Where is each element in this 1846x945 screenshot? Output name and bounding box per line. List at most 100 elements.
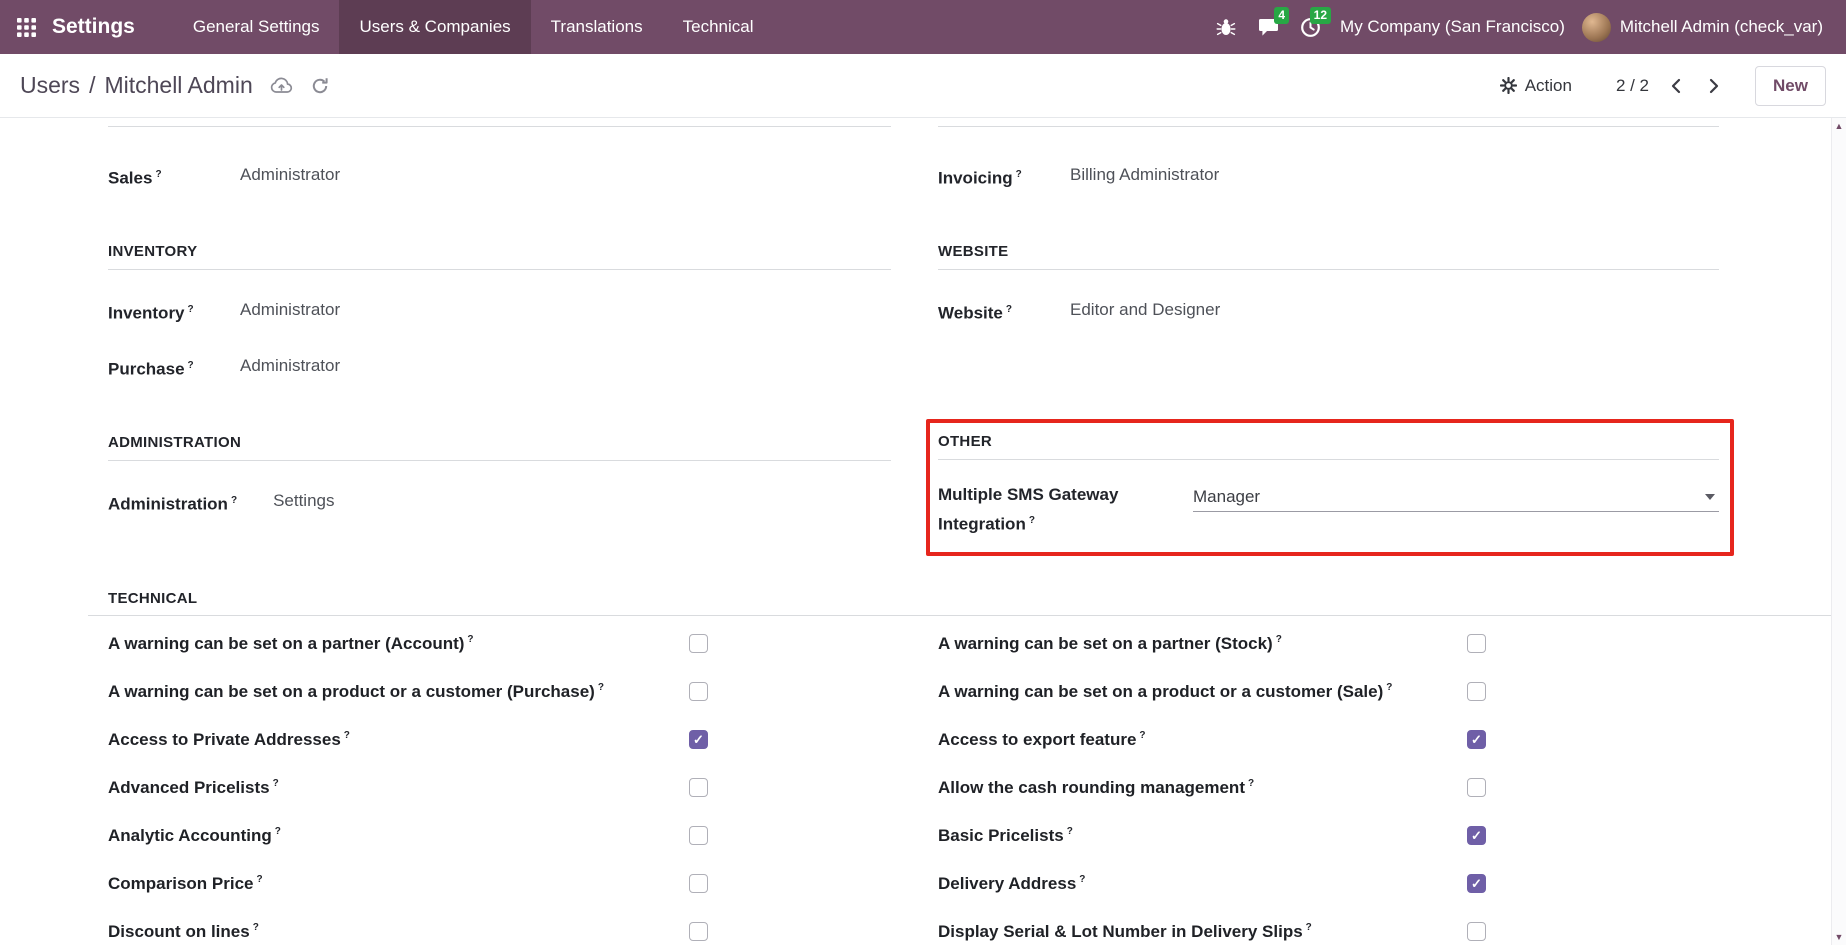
new-button[interactable]: New xyxy=(1755,66,1826,106)
section-administration: ADMINISTRATION xyxy=(108,434,891,461)
field-value-sales[interactable]: Administrator xyxy=(240,161,891,189)
sms-field-group: Multiple SMS Gateway Integration? Manage… xyxy=(938,482,1719,538)
debug-button[interactable] xyxy=(1205,0,1247,54)
menu-general-settings[interactable]: General Settings xyxy=(173,0,340,54)
help-icon: ? xyxy=(467,634,473,645)
help-icon: ? xyxy=(1016,169,1022,180)
pager-counter: 2 / 2 xyxy=(1616,76,1649,96)
help-icon: ? xyxy=(257,874,263,885)
tech-label: Analytic Accounting? xyxy=(108,826,281,846)
sales-field-group: Sales? Administrator xyxy=(108,161,891,193)
checkbox-delivery-address[interactable] xyxy=(1467,874,1486,893)
sms-gateway-dropdown[interactable]: Manager xyxy=(1193,482,1719,512)
activities-button[interactable]: 12 xyxy=(1289,0,1331,54)
vertical-scrollbar[interactable]: ▲ ▼ xyxy=(1831,118,1846,945)
checkbox-serial-lot-delivery-slips[interactable] xyxy=(1467,922,1486,941)
field-label-invoicing: Invoicing? xyxy=(938,161,1034,193)
action-menu-button[interactable]: Action xyxy=(1500,76,1572,96)
field-value-purchase[interactable]: Administrator xyxy=(240,352,891,380)
section-inventory: INVENTORY xyxy=(108,243,891,270)
field-label-sms-gateway: Multiple SMS Gateway Integration? xyxy=(938,482,1157,538)
tech-row: A warning can be set on a partner (Accou… xyxy=(108,630,708,658)
checkbox-warning-partner-account[interactable] xyxy=(689,634,708,653)
tech-label: A warning can be set on a product or a c… xyxy=(108,682,604,702)
tech-row: Comparison Price? xyxy=(108,870,708,898)
tech-label: Basic Pricelists? xyxy=(938,826,1073,846)
technical-left-column: A warning can be set on a partner (Accou… xyxy=(108,630,708,945)
app-name[interactable]: Settings xyxy=(52,0,135,54)
control-panel: Users / Mitchell Admin xyxy=(0,54,1846,118)
save-cloud-icon[interactable] xyxy=(270,76,293,95)
checkbox-advanced-pricelists[interactable] xyxy=(689,778,708,797)
discard-refresh-icon[interactable] xyxy=(310,76,330,96)
section-technical: TECHNICAL xyxy=(88,590,1831,616)
apps-grid-icon[interactable] xyxy=(0,0,52,54)
menu-technical[interactable]: Technical xyxy=(663,0,774,54)
messages-badge: 4 xyxy=(1274,7,1289,24)
gear-icon xyxy=(1500,77,1517,94)
scroll-up-arrow-icon[interactable]: ▲ xyxy=(1835,118,1844,134)
field-value-website[interactable]: Editor and Designer xyxy=(1070,296,1719,324)
apps-grid-glyph xyxy=(17,18,36,37)
checkbox-basic-pricelists[interactable] xyxy=(1467,826,1486,845)
help-icon: ? xyxy=(253,922,259,933)
checkbox-analytic-accounting[interactable] xyxy=(689,826,708,845)
help-icon: ? xyxy=(1306,922,1312,933)
field-value-invoicing[interactable]: Billing Administrator xyxy=(1070,161,1719,189)
checkbox-warning-product-sale[interactable] xyxy=(1467,682,1486,701)
field-label-purchase: Purchase? xyxy=(108,352,204,384)
tech-row: A warning can be set on a product or a c… xyxy=(938,678,1486,706)
pager-next-button[interactable] xyxy=(1709,78,1719,94)
top-navbar: Settings General Settings Users & Compan… xyxy=(0,0,1846,54)
help-icon: ? xyxy=(1029,515,1035,526)
user-avatar[interactable] xyxy=(1582,13,1611,42)
checkbox-private-addresses[interactable] xyxy=(689,730,708,749)
bug-icon xyxy=(1216,17,1236,37)
tech-row: A warning can be set on a product or a c… xyxy=(108,678,708,706)
field-value-inventory[interactable]: Administrator xyxy=(240,296,891,324)
chevron-down-icon xyxy=(1705,494,1715,500)
help-icon: ? xyxy=(155,169,161,180)
checkbox-warning-product-purchase[interactable] xyxy=(689,682,708,701)
checkbox-discount-on-lines[interactable] xyxy=(689,922,708,941)
help-icon: ? xyxy=(1386,682,1392,693)
pager-previous-button[interactable] xyxy=(1671,78,1681,94)
field-value-administration[interactable]: Settings xyxy=(273,487,891,515)
checkbox-export-feature[interactable] xyxy=(1467,730,1486,749)
tech-label: A warning can be set on a partner (Stock… xyxy=(938,634,1282,654)
field-label-inventory: Inventory? xyxy=(108,296,204,328)
tech-label: Allow the cash rounding management? xyxy=(938,778,1254,798)
tech-label: Delivery Address? xyxy=(938,874,1085,894)
section-website: WEBSITE xyxy=(938,243,1719,270)
inventory-field-group: Inventory? Administrator Purchase? Admin… xyxy=(108,296,891,384)
help-icon: ? xyxy=(275,826,281,837)
menu-translations[interactable]: Translations xyxy=(531,0,663,54)
checkbox-warning-partner-stock[interactable] xyxy=(1467,634,1486,653)
tech-row: Access to Private Addresses? xyxy=(108,726,708,754)
checkbox-comparison-price[interactable] xyxy=(689,874,708,893)
breadcrumb-users-link[interactable]: Users xyxy=(20,72,80,99)
menu-users-companies[interactable]: Users & Companies xyxy=(339,0,530,54)
scroll-down-arrow-icon[interactable]: ▼ xyxy=(1835,929,1844,945)
messages-button[interactable]: 4 xyxy=(1247,0,1289,54)
app-menu: General Settings Users & Companies Trans… xyxy=(173,0,774,54)
tech-row: Allow the cash rounding management? xyxy=(938,774,1486,802)
breadcrumb: Users / Mitchell Admin xyxy=(20,72,253,99)
checkbox-cash-rounding[interactable] xyxy=(1467,778,1486,797)
sms-gateway-value: Manager xyxy=(1193,487,1260,507)
field-label-administration: Administration? xyxy=(108,487,237,519)
section-divider xyxy=(108,126,891,127)
company-switcher[interactable]: My Company (San Francisco) xyxy=(1331,17,1574,37)
technical-settings-grid: A warning can be set on a partner (Accou… xyxy=(108,630,1846,945)
section-divider xyxy=(938,126,1719,127)
help-icon: ? xyxy=(1276,634,1282,645)
tech-row: Display Serial & Lot Number in Delivery … xyxy=(938,918,1486,945)
help-icon: ? xyxy=(344,730,350,741)
help-icon: ? xyxy=(1139,730,1145,741)
user-menu[interactable]: Mitchell Admin (check_var) xyxy=(1611,17,1832,37)
website-field-group: Website? Editor and Designer xyxy=(938,296,1719,328)
activities-badge: 12 xyxy=(1310,7,1331,24)
field-label-website: Website? xyxy=(938,296,1034,328)
section-other: OTHER xyxy=(938,433,1719,460)
breadcrumb-current: Mitchell Admin xyxy=(104,72,252,99)
